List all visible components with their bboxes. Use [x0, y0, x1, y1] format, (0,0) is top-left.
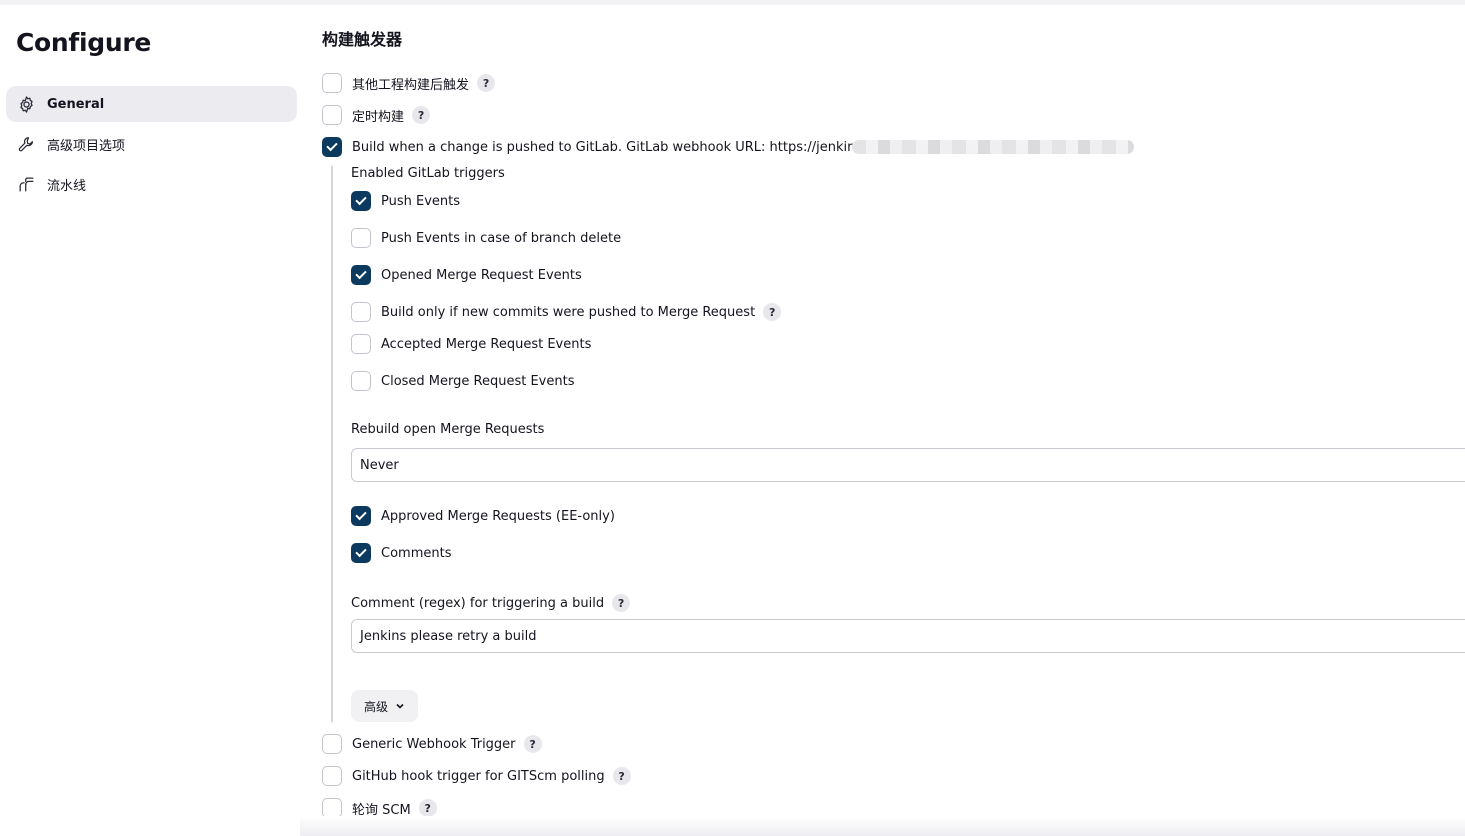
poll-scm-row: 轮询 SCM ?: [322, 798, 437, 818]
section-title: 构建触发器: [322, 30, 403, 49]
bottom-fade: [300, 816, 1465, 836]
generic-webhook-label: Generic Webhook Trigger: [352, 736, 516, 752]
opened-mr-checkbox[interactable]: [351, 265, 371, 285]
accepted-mr-label: Accepted Merge Request Events: [381, 336, 592, 352]
accepted-mr-row: Accepted Merge Request Events: [351, 334, 591, 354]
generic-webhook-row: Generic Webhook Trigger ?: [322, 734, 542, 754]
help-icon[interactable]: ?: [477, 74, 496, 92]
github-hook-checkbox[interactable]: [322, 766, 342, 786]
poll-scm-checkbox[interactable]: [322, 798, 342, 818]
comments-row: Comments: [351, 543, 451, 563]
trigger-scheduled-checkbox[interactable]: [322, 105, 342, 125]
push-events-row: Push Events: [351, 191, 460, 211]
opened-mr-label: Opened Merge Request Events: [381, 267, 582, 283]
trigger-gitlab-row: Build when a change is pushed to GitLab.…: [322, 137, 1135, 157]
comment-regex-label: Comment (regex) for triggering a build: [351, 595, 605, 611]
closed-mr-row: Closed Merge Request Events: [351, 371, 574, 391]
sidebar-item-label: General: [47, 96, 105, 112]
rebuild-open-mr-label: Rebuild open Merge Requests: [351, 422, 545, 437]
main-content: 构建触发器 其他工程构建后触发 ? 定时构建 ? Build when a ch…: [322, 0, 1465, 836]
sidebar-item-general[interactable]: General: [6, 86, 297, 122]
accepted-mr-checkbox[interactable]: [351, 334, 371, 354]
sidebar-item-label: 流水线: [47, 178, 87, 194]
trigger-other-project-row: 其他工程构建后触发 ?: [322, 73, 496, 93]
sidebar-item-advanced-project-options[interactable]: 高级项目选项: [6, 126, 297, 162]
closed-mr-checkbox[interactable]: [351, 371, 371, 391]
comments-checkbox[interactable]: [351, 543, 371, 563]
generic-webhook-checkbox[interactable]: [322, 734, 342, 754]
pipeline-icon: [16, 174, 36, 194]
sidebar-item-label: 高级项目选项: [47, 138, 126, 154]
trigger-gitlab-checkbox[interactable]: [322, 137, 342, 157]
rebuild-open-mr-select[interactable]: Never: [351, 448, 1465, 482]
redacted-webhook-url: [852, 140, 1135, 154]
closed-mr-label: Closed Merge Request Events: [381, 373, 575, 389]
advanced-button[interactable]: 高级: [351, 690, 418, 722]
page-title: Configure: [16, 28, 152, 57]
push-branch-delete-row: Push Events in case of branch delete: [351, 228, 621, 248]
sidebar: Configure General 高级项目选项 流水线: [0, 0, 305, 836]
push-events-checkbox[interactable]: [351, 191, 371, 211]
help-icon[interactable]: ?: [523, 735, 542, 753]
approved-mr-label: Approved Merge Requests (EE-only): [381, 508, 615, 524]
trigger-other-project-label: 其他工程构建后触发: [352, 77, 470, 93]
approved-mr-row: Approved Merge Requests (EE-only): [351, 506, 615, 526]
comment-regex-input[interactable]: Jenkins please retry a build: [351, 619, 1465, 653]
github-hook-label: GitHub hook trigger for GITScm polling: [352, 768, 605, 784]
comment-regex-label-row: Comment (regex) for triggering a build ?: [351, 594, 631, 612]
push-events-label: Push Events: [381, 193, 461, 209]
opened-mr-row: Opened Merge Request Events: [351, 265, 582, 285]
new-commits-only-checkbox[interactable]: [351, 302, 371, 322]
help-icon[interactable]: ?: [612, 767, 631, 785]
help-icon[interactable]: ?: [412, 106, 431, 124]
help-icon[interactable]: ?: [418, 799, 437, 817]
poll-scm-label: 轮询 SCM: [352, 802, 411, 818]
nested-section-bar: [331, 166, 333, 722]
trigger-scheduled-label: 定时构建: [352, 109, 405, 125]
enabled-gitlab-triggers-label: Enabled GitLab triggers: [351, 166, 505, 181]
help-icon[interactable]: ?: [763, 303, 782, 321]
new-commits-only-row: Build only if new commits were pushed to…: [351, 302, 782, 322]
comments-label: Comments: [381, 545, 452, 561]
push-branch-delete-checkbox[interactable]: [351, 228, 371, 248]
help-icon[interactable]: ?: [612, 594, 631, 612]
trigger-gitlab-label: Build when a change is pushed to GitLab.…: [352, 139, 853, 155]
push-branch-delete-label: Push Events in case of branch delete: [381, 230, 622, 246]
approved-mr-checkbox[interactable]: [351, 506, 371, 526]
rebuild-open-mr-value: Never: [360, 457, 399, 473]
gear-icon: [16, 94, 36, 114]
chevron-down-icon: [396, 703, 404, 709]
github-hook-row: GitHub hook trigger for GITScm polling ?: [322, 766, 631, 786]
advanced-button-label: 高级: [363, 699, 388, 714]
sidebar-item-pipeline[interactable]: 流水线: [6, 166, 297, 202]
trigger-other-project-checkbox[interactable]: [322, 73, 342, 93]
wrench-icon: [16, 134, 36, 154]
comment-regex-value: Jenkins please retry a build: [360, 628, 537, 644]
trigger-scheduled-row: 定时构建 ?: [322, 105, 431, 125]
new-commits-only-label: Build only if new commits were pushed to…: [381, 304, 756, 320]
